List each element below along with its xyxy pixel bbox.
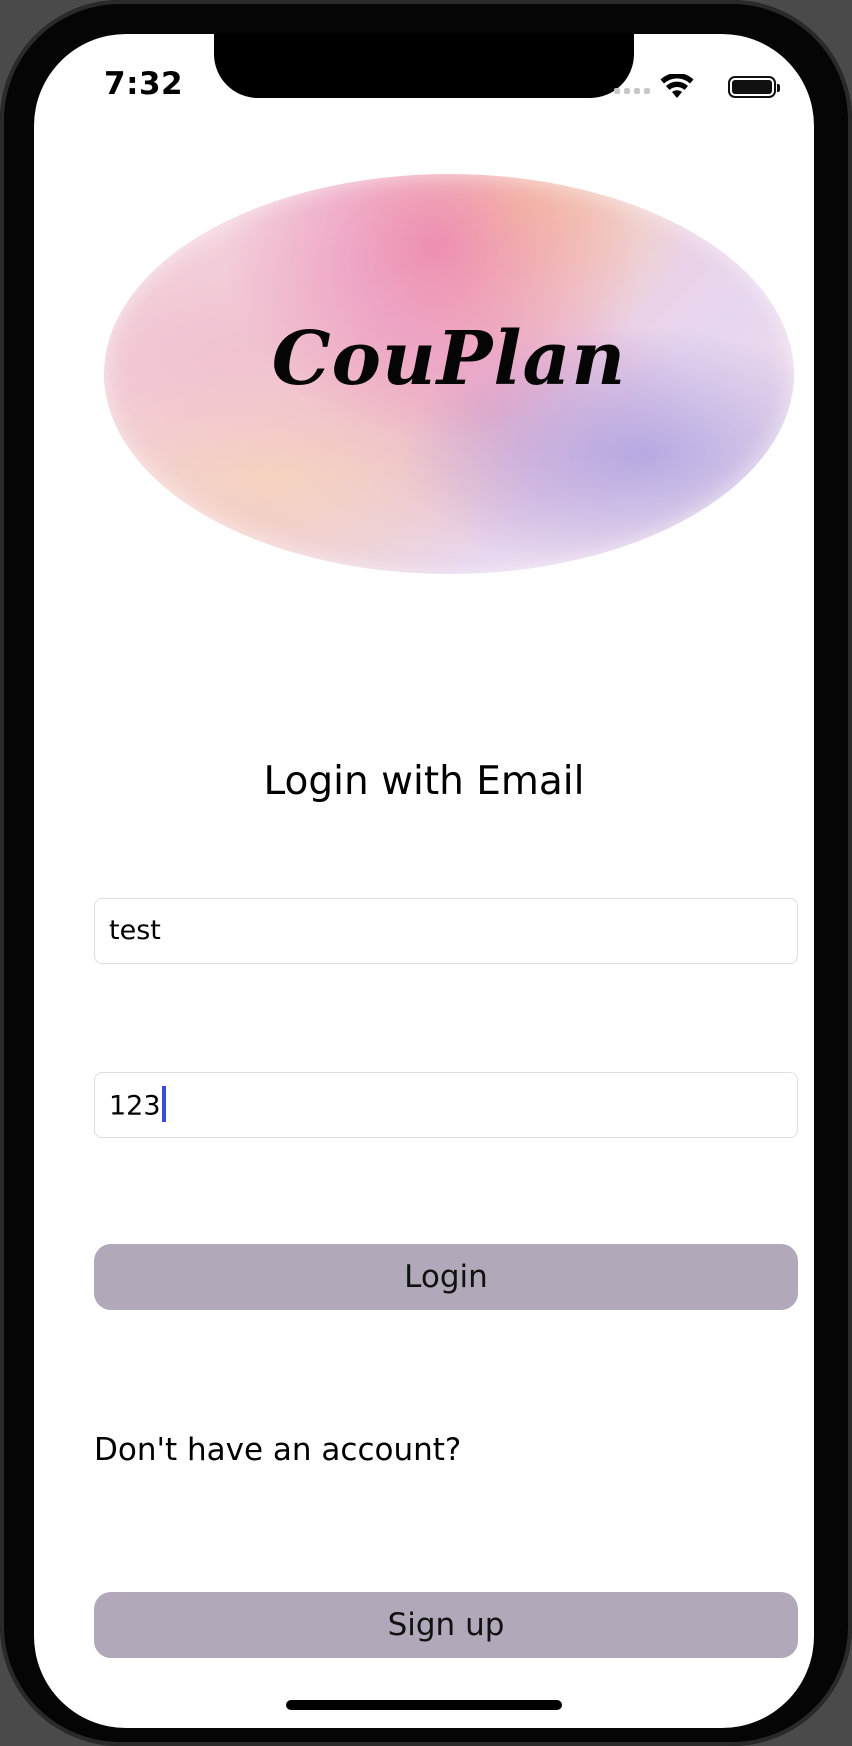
login-button[interactable]: Login [94,1244,798,1310]
logo-text: CouPlan [271,316,627,402]
text-cursor [161,1086,166,1122]
email-field[interactable]: test [94,898,798,964]
password-value: 123 [109,1090,161,1122]
no-account-prompt: Don't have an account? [94,1432,462,1468]
email-value: test [109,915,161,946]
password-value-wrap: 123 [109,1086,166,1125]
wifi-icon [660,74,694,98]
password-field[interactable]: 123 [94,1072,798,1138]
cellular-signal-icon [614,88,650,96]
signup-button[interactable]: Sign up [94,1592,798,1658]
simulator-background: 7:32 CouPlan Login with Email test 123 L… [0,0,852,1746]
notch [214,34,634,98]
device-frame: 7:32 CouPlan Login with Email test 123 L… [0,0,852,1746]
status-time: 7:32 [104,66,184,102]
page-title: Login with Email [263,759,585,804]
app-screen: 7:32 CouPlan Login with Email test 123 L… [34,34,814,1728]
home-indicator[interactable] [286,1700,562,1710]
app-logo: CouPlan [104,174,794,574]
battery-icon [728,76,780,98]
